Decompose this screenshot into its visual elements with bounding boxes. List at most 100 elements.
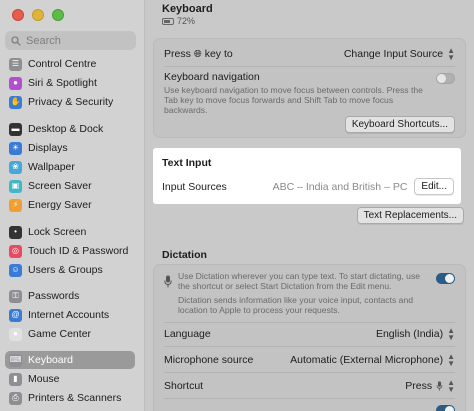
minimize-button[interactable] xyxy=(32,9,44,21)
sidebar-item-label: Users & Groups xyxy=(28,264,103,276)
divider xyxy=(164,346,455,347)
sidebar-item-siri-spotlight[interactable]: ● Siri & Spotlight xyxy=(5,74,135,92)
sidebar-item-label: Lock Screen xyxy=(28,226,87,238)
battery-status: 72% xyxy=(162,16,213,26)
globe-icon: 🌐︎ xyxy=(193,49,202,60)
search-icon xyxy=(11,35,21,46)
input-sources-controls: ABC – India and British – PC Edit... xyxy=(273,178,454,195)
printer-icon: ⎙ xyxy=(9,391,22,405)
partial-row xyxy=(164,405,455,411)
sidebar-item-label: Game Center xyxy=(28,328,92,340)
sidebar-item-wallpaper[interactable]: ❀ Wallpaper xyxy=(5,158,135,176)
sidebar-item-internet-accounts[interactable]: @ Internet Accounts xyxy=(5,306,135,324)
keyboard-navigation-label: Keyboard navigation xyxy=(164,71,260,83)
battery-icon xyxy=(162,17,174,25)
sidebar-item-printers-scanners[interactable]: ⎙ Printers & Scanners xyxy=(5,389,135,407)
sidebar-item-game-center[interactable]: ● Game Center xyxy=(5,325,135,343)
chevron-updown-icon: ▲ ▼ xyxy=(447,46,455,62)
sidebar-item-label: Control Centre xyxy=(28,58,97,70)
sidebar-item-label: Passwords xyxy=(28,290,80,302)
partial-toggle[interactable] xyxy=(436,405,455,411)
sidebar-item-label: Privacy & Security xyxy=(28,96,114,108)
dock-icon: ▬ xyxy=(9,122,22,136)
press-key-label: Press 🌐︎ key to xyxy=(164,48,233,60)
sidebar-item-privacy-security[interactable]: ✋ Privacy & Security xyxy=(5,93,135,111)
sidebar: Search ☰ Control Centre ● Siri & Spotlight ✋… xyxy=(0,0,145,411)
sidebar-item-label: Internet Accounts xyxy=(28,309,110,321)
window-controls xyxy=(12,9,64,21)
sidebar-item-screen-saver[interactable]: ▣ Screen Saver xyxy=(5,177,135,195)
sidebar-item-energy-saver[interactable]: ⚡ Energy Saver xyxy=(5,196,135,214)
keyboard-icon: ⌨ xyxy=(9,353,22,367)
sidebar-item-desktop-dock[interactable]: ▬ Desktop & Dock xyxy=(5,120,135,138)
close-button[interactable] xyxy=(12,9,24,21)
sidebar-item-label: Screen Saver xyxy=(28,180,92,192)
screen-saver-icon: ▣ xyxy=(9,179,22,193)
dictation-toggle[interactable] xyxy=(436,273,455,284)
wallpaper-icon: ❀ xyxy=(9,160,22,174)
sidebar-item-passwords[interactable]: ⚿ Passwords xyxy=(5,287,135,305)
keyboard-panel: Press 🌐︎ key to Change Input Source ▲ ▼ K… xyxy=(153,38,466,138)
text-input-title: Text Input xyxy=(162,157,212,169)
users-icon: ☺ xyxy=(9,263,22,277)
main-pane: Keyboard 72% Press 🌐︎ key to Change Inpu… xyxy=(145,0,474,411)
game-center-icon: ● xyxy=(9,327,22,341)
sidebar-item-label: Touch ID & Password xyxy=(28,245,129,257)
sidebar-item-mouse[interactable]: ▮ Mouse xyxy=(5,370,135,388)
shortcut-select[interactable]: Press ▲ ▼ xyxy=(405,379,455,394)
language-label: Language xyxy=(164,328,211,340)
hand-icon: ✋ xyxy=(9,95,22,109)
microphone-icon xyxy=(164,271,172,291)
mouse-icon: ▮ xyxy=(9,372,22,386)
dictation-description: Use Dictation wherever you can type text… xyxy=(178,271,421,291)
dictation-info: Dictation sends information like your vo… xyxy=(178,295,414,315)
zoom-button[interactable] xyxy=(52,9,64,21)
shortcut-label: Shortcut xyxy=(164,380,204,392)
divider xyxy=(164,398,455,399)
divider xyxy=(164,322,455,323)
sidebar-item-displays[interactable]: ☀ Displays xyxy=(5,139,135,157)
sidebar-item-lock-screen[interactable]: • Lock Screen xyxy=(5,223,135,241)
display-icon: ☀ xyxy=(9,141,22,155)
lock-icon: • xyxy=(9,225,22,239)
sidebar-item-label: Keyboard xyxy=(28,354,73,366)
text-input-card: Text Input Input Sources ABC – India and… xyxy=(153,148,461,204)
battery-icon: ⚡ xyxy=(9,198,22,212)
press-key-select[interactable]: Change Input Source ▲ ▼ xyxy=(344,46,455,62)
sidebar-item-keyboard[interactable]: ⌨ Keyboard xyxy=(5,351,135,369)
search-input[interactable]: Search xyxy=(5,31,136,50)
sidebar-item-label: Mouse xyxy=(28,373,60,385)
keyboard-navigation-description: Use keyboard navigation to move focus be… xyxy=(164,85,423,115)
keyboard-shortcuts-button[interactable]: Keyboard Shortcuts... xyxy=(344,116,455,133)
divider xyxy=(164,372,455,373)
microphone-label: Microphone source xyxy=(164,354,254,366)
input-sources-row: Input Sources ABC – India and British – … xyxy=(162,178,454,195)
keyboard-navigation-row: Keyboard navigation Use keyboard navigat… xyxy=(164,71,455,115)
keyboard-navigation-toggle[interactable] xyxy=(436,73,455,84)
search-placeholder: Search xyxy=(26,34,61,47)
sidebar-item-users-groups[interactable]: ☺ Users & Groups xyxy=(5,261,135,279)
battery-percent: 72% xyxy=(177,16,196,26)
chevron-updown-icon: ▲ ▼ xyxy=(447,352,455,368)
siri-icon: ● xyxy=(9,76,22,90)
microphone-icon xyxy=(436,381,443,391)
language-select[interactable]: English (India) ▲ ▼ xyxy=(376,326,455,342)
microphone-select[interactable]: Automatic (External Microphone) ▲ ▼ xyxy=(290,352,455,368)
sidebar-item-label: Siri & Spotlight xyxy=(28,77,97,89)
sidebar-item-label: Wallpaper xyxy=(28,161,75,173)
sidebar-item-label: Energy Saver xyxy=(28,199,92,211)
sidebar-item-label: Displays xyxy=(28,142,68,154)
edit-input-sources-button[interactable]: Edit... xyxy=(414,178,454,195)
shortcuts-row: Keyboard Shortcuts... xyxy=(164,116,455,133)
dictation-title: Dictation xyxy=(162,249,207,261)
text-replacements-wrap: Text Replacements... xyxy=(356,207,464,224)
shortcut-row: Shortcut Press ▲ ▼ xyxy=(164,379,455,394)
sidebar-item-control-centre[interactable]: ☰ Control Centre xyxy=(5,55,135,73)
input-sources-value: ABC – India and British – PC xyxy=(272,180,408,193)
text-replacements-button[interactable]: Text Replacements... xyxy=(356,207,464,224)
language-row: Language English (India) ▲ ▼ xyxy=(164,326,455,342)
sidebar-item-touch-id-password[interactable]: ◎ Touch ID & Password xyxy=(5,242,135,260)
chevron-updown-icon: ▲ ▼ xyxy=(447,326,455,342)
title-bar: Keyboard 72% xyxy=(162,3,213,26)
input-sources-label: Input Sources xyxy=(162,180,227,193)
